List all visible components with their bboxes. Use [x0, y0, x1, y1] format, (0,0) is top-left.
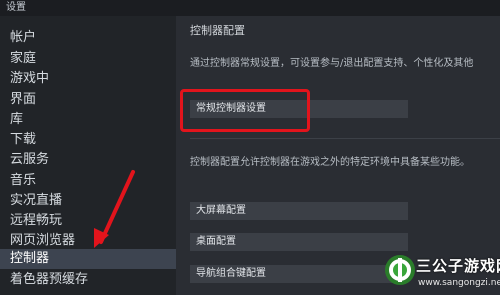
watermark-title: 三公子游戏网 [416, 257, 500, 275]
sidebar-item-account[interactable]: 帐户 [0, 28, 176, 48]
window-title: 设置 [0, 0, 500, 16]
settings-sidebar: 帐户 家庭 游戏中 界面 库 下载 云服务 音乐 实况直播 远程畅玩 网页浏览器… [0, 16, 176, 295]
sidebar-item-music[interactable]: 音乐 [0, 171, 176, 191]
sidebar-item-in-game[interactable]: 游戏中 [0, 69, 176, 89]
divider [190, 138, 500, 139]
sidebar-item-interface[interactable]: 界面 [0, 90, 176, 110]
sidebar-item-family[interactable]: 家庭 [0, 49, 176, 69]
config-description: 控制器配置允许控制器在游戏之外的特定环境中具备某些功能。 [190, 157, 470, 168]
guide-chord-config-button[interactable]: 导航组合键配置 [190, 265, 408, 283]
highlight-box [180, 89, 310, 132]
sidebar-item-cloud[interactable]: 云服务 [0, 150, 176, 170]
intro-text: 通过控制器常规设置，可设置参与/退出配置支持、个性化及其他 [190, 58, 474, 69]
big-picture-config-button[interactable]: 大屏幕配置 [190, 202, 408, 220]
sidebar-item-web-browser[interactable]: 网页浏览器 [0, 231, 176, 251]
watermark-logo-icon [385, 255, 415, 285]
desktop-config-button[interactable]: 桌面配置 [190, 233, 408, 251]
sidebar-item-library[interactable]: 库 [0, 110, 176, 130]
watermark-url: www.sangongzi.net [418, 278, 500, 288]
sidebar-item-controller[interactable]: 控制器 [0, 249, 176, 269]
sidebar-item-remote-play[interactable]: 远程畅玩 [0, 211, 176, 231]
sidebar-item-broadcasting[interactable]: 实况直播 [0, 191, 176, 211]
sidebar-item-shader-cache[interactable]: 着色器预缓存 [0, 270, 176, 290]
sidebar-item-downloads[interactable]: 下载 [0, 130, 176, 150]
watermark: 三公子游戏网 www.sangongzi.net [380, 245, 500, 295]
section-title: 控制器配置 [190, 24, 245, 37]
